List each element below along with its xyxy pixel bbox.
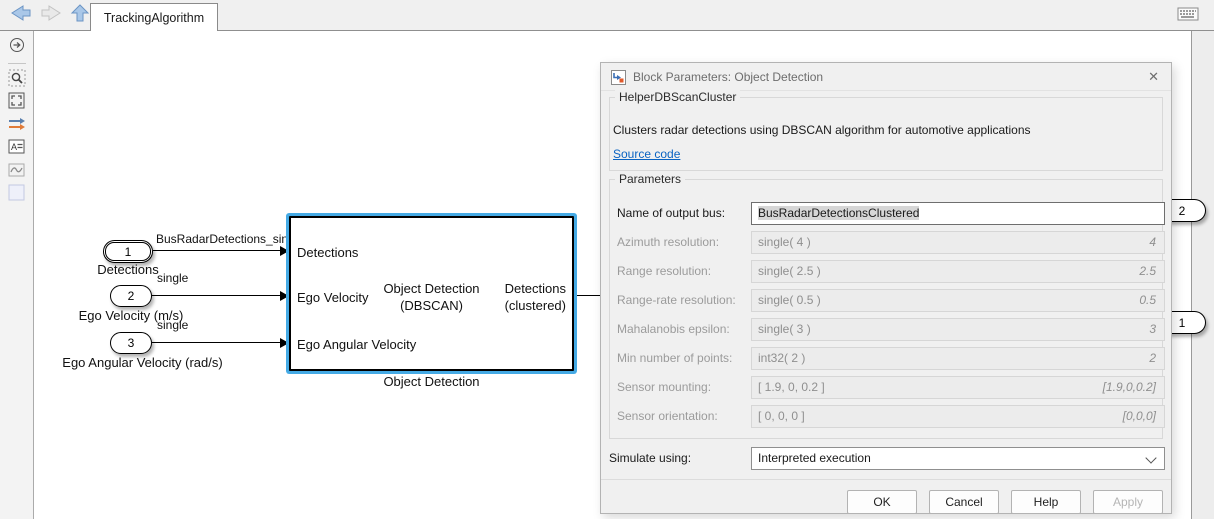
inport-3-number: 3 — [128, 336, 135, 350]
param-label-range-rate: Range-rate resolution: — [617, 293, 736, 307]
simulate-using-select[interactable]: Interpreted execution — [751, 447, 1165, 470]
toolbar: TrackingAlgorithm — [0, 0, 1214, 31]
zoom-selection-button[interactable] — [5, 69, 29, 91]
inport-2-number: 2 — [128, 289, 135, 303]
circle-arrow-icon — [9, 37, 25, 58]
canvas-right-edge — [1191, 31, 1214, 519]
evaluated-value: 2 — [1149, 348, 1156, 369]
forward-arrow-icon — [40, 4, 62, 27]
zoom-region-icon — [8, 69, 26, 92]
arrowhead-icon — [280, 338, 289, 348]
evaluated-value: 3 — [1149, 319, 1156, 340]
apply-button[interactable]: Apply — [1093, 490, 1163, 514]
ok-button[interactable]: OK — [847, 490, 917, 514]
sensor-mounting-field: [ 1.9, 0, 0.2 ] [1.9,0,0.2] — [751, 376, 1165, 399]
signal-curve-icon — [8, 163, 25, 182]
inport-1[interactable]: 1 — [103, 240, 153, 263]
chevron-down-icon — [1145, 452, 1156, 463]
footer-divider — [601, 479, 1171, 480]
evaluated-value: 2.5 — [1139, 261, 1156, 282]
annotation-icon: A — [8, 139, 25, 159]
close-icon[interactable]: ✕ — [1148, 63, 1159, 91]
inport-3[interactable]: 3 — [110, 332, 152, 354]
block-caption: Object Detection — [289, 374, 574, 389]
param-label-sensor-mounting: Sensor mounting: — [617, 380, 711, 394]
signal-label-3: single — [157, 318, 188, 332]
parameters-legend: Parameters — [615, 172, 685, 186]
param-label-output-bus: Name of output bus: — [617, 206, 725, 220]
simulate-using-label: Simulate using: — [609, 451, 691, 465]
viewport-square-icon — [8, 184, 25, 206]
signal-label-2: single — [157, 271, 188, 285]
signal-lines-button[interactable] — [5, 115, 29, 137]
param-label-mahalanobis: Mahalanobis epsilon: — [617, 322, 730, 336]
svg-text:A: A — [11, 142, 17, 152]
viewport-button[interactable] — [5, 184, 29, 206]
outport-1-number: 1 — [1179, 316, 1186, 330]
inport-3-label: Ego Angular Velocity (rad/s) — [30, 355, 255, 370]
field-text: BusRadarDetectionsClustered — [758, 206, 919, 220]
block-port-label: Ego Angular Velocity — [297, 337, 416, 352]
forward-button[interactable] — [39, 5, 63, 25]
name-of-output-bus-field[interactable]: BusRadarDetectionsClustered — [751, 202, 1165, 225]
up-arrow-icon — [70, 3, 90, 28]
fit-to-view-icon — [8, 92, 25, 114]
palette-sidebar: A — [0, 31, 34, 519]
fit-to-view-button[interactable] — [5, 92, 29, 114]
signal-viewer-button[interactable] — [5, 161, 29, 183]
param-label-range: Range resolution: — [617, 264, 711, 278]
signal-line-1[interactable] — [153, 250, 281, 251]
annotation-button[interactable]: A — [5, 138, 29, 160]
block-description: Clusters radar detections using DBSCAN a… — [613, 123, 1031, 137]
min-number-of-points-field: int32( 2 ) 2 — [751, 347, 1165, 370]
inport-2[interactable]: 2 — [110, 285, 152, 307]
param-label-sensor-orientation: Sensor orientation: — [617, 409, 718, 423]
up-to-parent-button[interactable] — [68, 5, 92, 25]
azimuth-resolution-field: single( 4 ) 4 — [751, 231, 1165, 254]
dialog-buttons: OK Cancel Help Apply — [847, 490, 1163, 514]
dialog-title: Block Parameters: Object Detection — [633, 63, 823, 91]
param-label-azimuth: Azimuth resolution: — [617, 235, 719, 249]
inport-2-label: Ego Velocity (m/s) — [36, 308, 226, 323]
object-detection-block[interactable]: Detections Ego Velocity Ego Angular Velo… — [289, 216, 574, 371]
evaluated-value: [0,0,0] — [1123, 406, 1156, 427]
evaluated-value: 4 — [1149, 232, 1156, 253]
block-output-label: Detections (clustered) — [505, 280, 566, 314]
arrowhead-icon — [280, 246, 289, 256]
keyboard-shortcuts-button[interactable] — [1176, 8, 1200, 24]
hide-browser-button[interactable] — [5, 36, 29, 58]
back-arrow-icon — [10, 4, 32, 27]
block-parameters-icon — [611, 70, 626, 88]
outport-2-number: 2 — [1179, 204, 1186, 218]
signal-label-1: BusRadarDetections_single — [156, 232, 304, 246]
evaluated-value: 0.5 — [1139, 290, 1156, 311]
simulink-window: TrackingAlgorithm — [0, 0, 1214, 519]
mahalanobis-epsilon-field: single( 3 ) 3 — [751, 318, 1165, 341]
evaluated-value: [1.9,0,0.2] — [1103, 377, 1156, 398]
model-tab-label: TrackingAlgorithm — [104, 11, 204, 25]
param-label-min-points: Min number of points: — [617, 351, 732, 365]
back-button[interactable] — [9, 5, 33, 25]
range-rate-resolution-field: single( 0.5 ) 0.5 — [751, 289, 1165, 312]
palette-divider — [8, 63, 26, 64]
dialog-titlebar[interactable]: Block Parameters: Object Detection ✕ — [601, 63, 1171, 91]
dual-arrows-icon — [8, 117, 26, 136]
model-tab[interactable]: TrackingAlgorithm — [90, 3, 218, 31]
block-port-label: Detections — [297, 245, 358, 260]
arrowhead-icon — [280, 291, 289, 301]
signal-line-2[interactable] — [152, 295, 281, 296]
sensor-orientation-field: [ 0, 0, 0 ] [0,0,0] — [751, 405, 1165, 428]
help-button[interactable]: Help — [1011, 490, 1081, 514]
inport-1-number: 1 — [125, 245, 132, 259]
output-signal-line[interactable] — [576, 295, 601, 296]
range-resolution-field: single( 2.5 ) 2.5 — [751, 260, 1165, 283]
selected-option: Interpreted execution — [758, 451, 871, 465]
signal-line-3[interactable] — [152, 342, 281, 343]
cancel-button[interactable]: Cancel — [929, 490, 999, 514]
helper-legend: HelperDBScanCluster — [615, 90, 740, 104]
source-code-link[interactable]: Source code — [613, 147, 680, 161]
keyboard-icon — [1177, 7, 1199, 26]
block-parameters-dialog: Block Parameters: Object Detection ✕ Hel… — [600, 62, 1172, 514]
